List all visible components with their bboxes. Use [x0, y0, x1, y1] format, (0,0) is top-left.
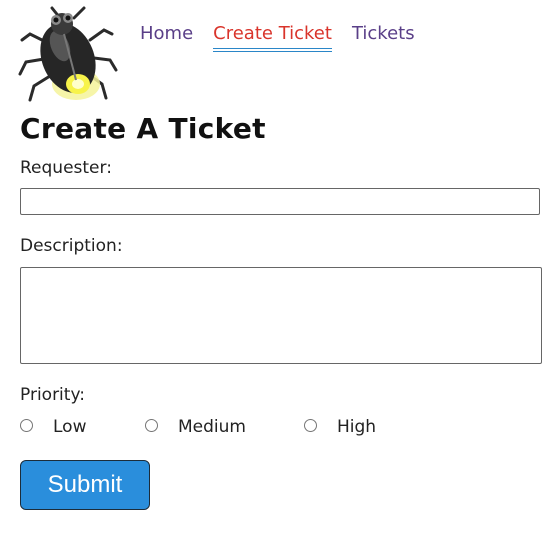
- firefly-bug-icon: [18, 6, 118, 102]
- priority-option-low[interactable]: Low: [20, 412, 86, 438]
- priority-radio-high[interactable]: [304, 418, 317, 432]
- priority-option-label: Low: [53, 417, 87, 437]
- main-nav: Home Create Ticket Tickets: [140, 22, 415, 52]
- description-textarea[interactable]: [20, 267, 542, 364]
- nav-home-link[interactable]: Home: [140, 22, 193, 52]
- priority-radio-medium[interactable]: [145, 418, 158, 432]
- priority-option-medium[interactable]: Medium: [145, 412, 246, 438]
- priority-option-high[interactable]: High: [304, 412, 376, 438]
- submit-button[interactable]: Submit: [20, 460, 150, 510]
- priority-label: Priority:: [20, 385, 85, 405]
- priority-radio-low[interactable]: [20, 418, 33, 432]
- firefly-logo-icon: [16, 4, 122, 106]
- nav-create-ticket-link[interactable]: Create Ticket: [213, 22, 332, 52]
- priority-option-label: High: [337, 417, 377, 437]
- nav-tickets-link[interactable]: Tickets: [352, 22, 415, 52]
- page-title: Create A Ticket: [20, 112, 266, 145]
- requester-input[interactable]: [20, 188, 540, 215]
- priority-option-label: Medium: [178, 417, 246, 437]
- description-label: Description:: [20, 236, 123, 256]
- requester-label: Requester:: [20, 158, 112, 178]
